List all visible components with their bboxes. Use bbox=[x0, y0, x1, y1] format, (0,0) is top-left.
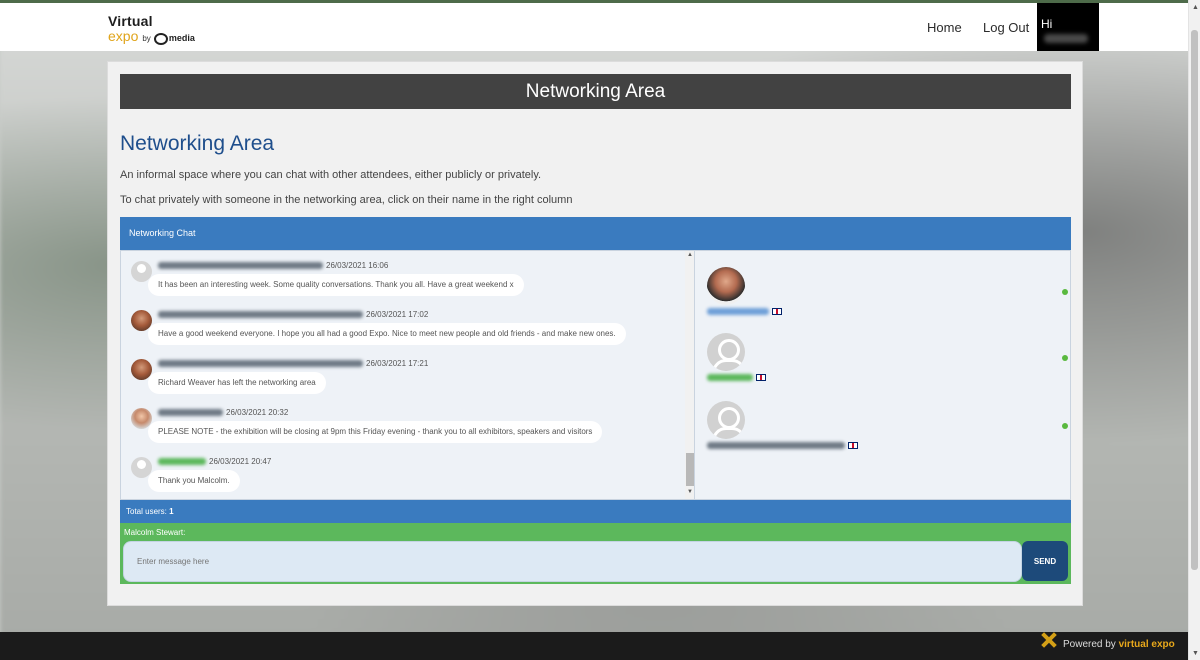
scroll-up-arrow-icon[interactable]: ▲ bbox=[1192, 4, 1199, 11]
powered-by-label: Powered by bbox=[1063, 639, 1116, 650]
powered-by-text[interactable]: Powered by virtual expo bbox=[1063, 639, 1175, 650]
message-meta: 26/03/2021 17:21 bbox=[158, 359, 428, 368]
logo-line-2: expo by media bbox=[108, 29, 195, 46]
message-bubble: It has been an interesting week. Some qu… bbox=[148, 274, 524, 296]
page-scrollbar[interactable]: ▲ ▼ bbox=[1188, 0, 1200, 660]
total-users-count: 1 bbox=[169, 507, 174, 516]
message-meta: 26/03/2021 17:02 bbox=[158, 310, 428, 319]
message-time: 26/03/2021 20:47 bbox=[209, 457, 272, 466]
user-avatar bbox=[707, 401, 745, 439]
message-bubble: PLEASE NOTE - the exhibition will be clo… bbox=[148, 421, 603, 443]
top-navbar: Virtual expo by media Home Log Out bbox=[0, 0, 1188, 51]
online-status-icon bbox=[1062, 289, 1068, 295]
uk-flag-icon bbox=[756, 374, 766, 382]
blurred-username bbox=[1044, 34, 1088, 44]
total-users-label: Total users: bbox=[126, 507, 167, 516]
user-avatar bbox=[707, 267, 745, 305]
uk-flag-icon bbox=[772, 308, 782, 316]
user-greeting[interactable]: Hi bbox=[1037, 3, 1099, 51]
message-bubble: Richard Weaver has left the networking a… bbox=[148, 372, 326, 394]
message-meta: 26/03/2021 16:06 bbox=[158, 261, 388, 270]
user-avatar bbox=[707, 333, 745, 371]
message-meta: 26/03/2021 20:47 bbox=[158, 457, 271, 466]
online-status-icon bbox=[1062, 423, 1068, 429]
message-time: 26/03/2021 17:21 bbox=[366, 359, 429, 368]
message-input[interactable] bbox=[123, 541, 1022, 582]
greeting-text: Hi bbox=[1041, 17, 1053, 31]
uk-flag-icon bbox=[848, 442, 858, 450]
logo-line-1: Virtual bbox=[108, 13, 153, 29]
blurred-user-name bbox=[707, 308, 769, 316]
message-time: 26/03/2021 20:32 bbox=[226, 408, 289, 417]
blurred-sender-name bbox=[158, 409, 223, 417]
virtual-expo-footer-icon bbox=[1040, 636, 1058, 654]
message-bubble: Have a good weekend everyone. I hope you… bbox=[148, 323, 626, 345]
blurred-sender-name bbox=[158, 458, 206, 466]
logo-by-text: by bbox=[142, 34, 151, 43]
message-scrollbar[interactable]: ▲ ▼ bbox=[685, 251, 694, 499]
blurred-sender-name bbox=[158, 262, 323, 270]
nav-home-link[interactable]: Home bbox=[927, 20, 962, 35]
scroll-down-arrow-icon[interactable]: ▼ bbox=[687, 489, 693, 495]
logo-expo-text: expo bbox=[108, 28, 139, 44]
panel-header: Networking Area bbox=[120, 74, 1071, 109]
footer: Powered by virtual expo bbox=[0, 632, 1188, 660]
logo-media-text: media bbox=[168, 33, 195, 43]
user-list-item[interactable] bbox=[701, 267, 1071, 327]
intro-text-1: An informal space where you can chat wit… bbox=[120, 169, 542, 181]
chat-box: 26/03/2021 16:06 It has been an interest… bbox=[120, 250, 1071, 500]
blurred-user-name bbox=[707, 442, 845, 450]
message-bubble: Thank you Malcolm. bbox=[148, 470, 240, 492]
message-meta: 26/03/2021 20:32 bbox=[158, 408, 288, 417]
user-list bbox=[701, 251, 1071, 499]
globe-icon bbox=[153, 32, 168, 45]
total-users-bar: Total users: 1 bbox=[120, 500, 1071, 523]
user-name[interactable] bbox=[707, 307, 782, 316]
compose-username: Malcolm Stewart: bbox=[124, 528, 186, 537]
chat-header: Networking Chat bbox=[120, 217, 1071, 250]
virtual-expo-logo[interactable]: Virtual expo by media bbox=[108, 13, 195, 46]
user-list-item[interactable] bbox=[701, 333, 1071, 393]
blurred-sender-name bbox=[158, 311, 363, 319]
scroll-up-arrow-icon[interactable]: ▲ bbox=[687, 252, 693, 258]
scrollbar-thumb[interactable] bbox=[686, 453, 694, 486]
blurred-sender-name bbox=[158, 360, 363, 368]
user-name[interactable] bbox=[707, 373, 766, 382]
user-name[interactable] bbox=[707, 441, 858, 450]
logo-media: media bbox=[153, 31, 195, 45]
scroll-down-arrow-icon[interactable]: ▼ bbox=[1192, 650, 1199, 657]
scrollbar-thumb[interactable] bbox=[1191, 30, 1198, 570]
footer-brand: virtual expo bbox=[1118, 639, 1175, 650]
send-button[interactable]: SEND bbox=[1022, 541, 1068, 581]
intro-text-2: To chat privately with someone in the ne… bbox=[120, 194, 573, 206]
compose-area: Malcolm Stewart: SEND bbox=[120, 523, 1071, 584]
blurred-user-name bbox=[707, 374, 753, 382]
message-list[interactable]: 26/03/2021 16:06 It has been an interest… bbox=[121, 251, 695, 499]
online-status-icon bbox=[1062, 355, 1068, 361]
message-time: 26/03/2021 16:06 bbox=[326, 261, 389, 270]
user-list-item[interactable] bbox=[701, 401, 1071, 461]
page-title: Networking Area bbox=[120, 132, 275, 155]
nav-logout-link[interactable]: Log Out bbox=[983, 20, 1029, 35]
main-panel: Networking Area Networking Area An infor… bbox=[107, 61, 1083, 606]
message-time: 26/03/2021 17:02 bbox=[366, 310, 429, 319]
